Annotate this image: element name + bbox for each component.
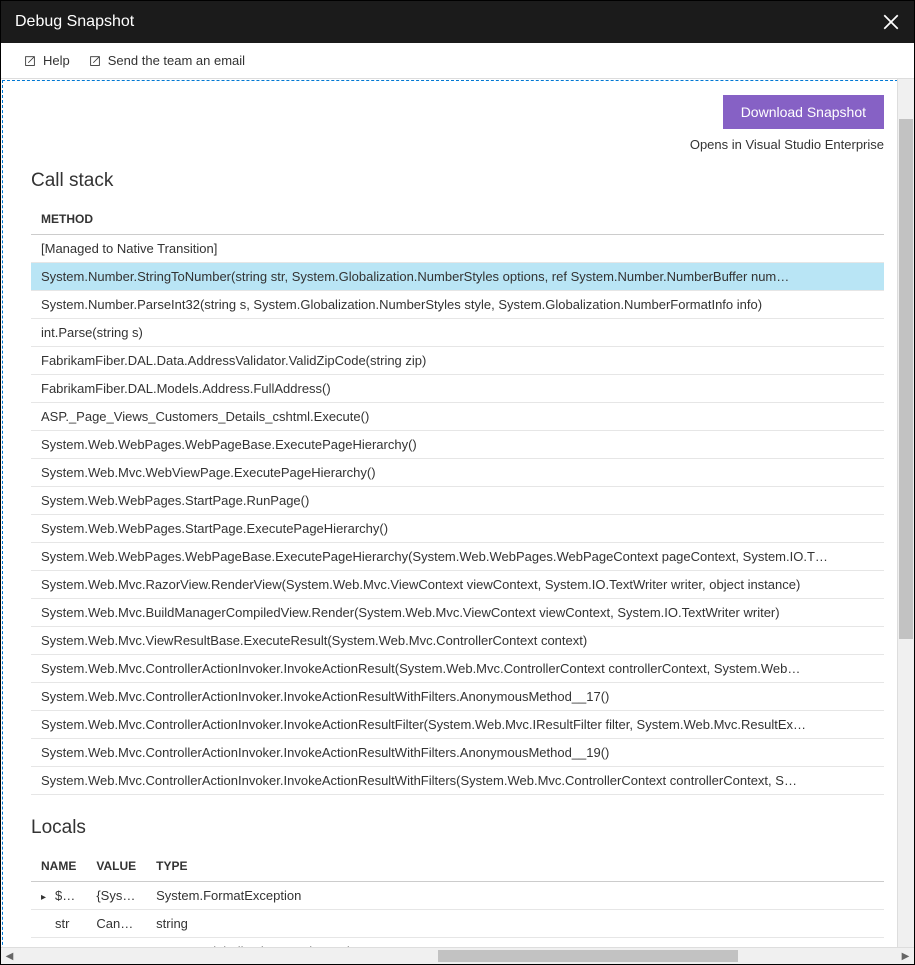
- window-title: Debug Snapshot: [15, 13, 882, 31]
- callstack-row[interactable]: System.Web.Mvc.ControllerActionInvoker.I…: [31, 655, 884, 683]
- callstack-row[interactable]: System.Web.Mvc.ControllerActionInvoker.I…: [31, 767, 884, 795]
- close-button[interactable]: [882, 13, 900, 31]
- callstack-row[interactable]: System.Web.WebPages.WebPageBase.ExecuteP…: [31, 431, 884, 459]
- callstack-method-cell: System.Web.WebPages.StartPage.ExecutePag…: [31, 515, 884, 543]
- callstack-header-method[interactable]: METHOD: [31, 204, 884, 235]
- locals-header-value[interactable]: VALUE: [86, 851, 146, 882]
- callstack-row[interactable]: System.Web.Mvc.WebViewPage.ExecutePageHi…: [31, 459, 884, 487]
- locals-type-cell: System.FormatException: [146, 882, 884, 910]
- callstack-method-cell: System.Web.Mvc.ViewResultBase.ExecuteRes…: [31, 627, 884, 655]
- callstack-row[interactable]: ASP._Page_Views_Customers_Details_cshtml…: [31, 403, 884, 431]
- callstack-row[interactable]: System.Web.Mvc.ControllerActionInvoker.I…: [31, 683, 884, 711]
- horizontal-scrollbar[interactable]: ◀ ▶: [1, 947, 914, 964]
- locals-row[interactable]: strCannot obtain value of the local vari…: [31, 910, 884, 938]
- callstack-method-cell: FabrikamFiber.DAL.Data.AddressValidator.…: [31, 347, 884, 375]
- vertical-scrollbar-thumb[interactable]: [899, 119, 913, 639]
- callstack-method-cell: System.Web.WebPages.StartPage.RunPage(): [31, 487, 884, 515]
- vertical-scrollbar[interactable]: [897, 79, 914, 947]
- locals-title: Locals: [31, 817, 884, 839]
- callstack-method-cell: System.Web.Mvc.ControllerActionInvoker.I…: [31, 739, 884, 767]
- scroll-left-arrow[interactable]: ◀: [1, 948, 18, 965]
- callstack-method-cell: System.Web.Mvc.BuildManagerCompiledView.…: [31, 599, 884, 627]
- callstack-row[interactable]: FabrikamFiber.DAL.Data.AddressValidator.…: [31, 347, 884, 375]
- top-actions: Download Snapshot Opens in Visual Studio…: [31, 95, 884, 152]
- callstack-row[interactable]: System.Web.Mvc.ControllerActionInvoker.I…: [31, 711, 884, 739]
- content-area: Download Snapshot Opens in Visual Studio…: [1, 79, 914, 964]
- callstack-row[interactable]: System.Web.Mvc.RazorView.RenderView(Syst…: [31, 571, 884, 599]
- callstack-row[interactable]: System.Web.WebPages.StartPage.RunPage(): [31, 487, 884, 515]
- callstack-title: Call stack: [31, 170, 884, 192]
- callstack-row[interactable]: System.Number.ParseInt32(string s, Syste…: [31, 291, 884, 319]
- callstack-method-cell: System.Web.Mvc.ControllerActionInvoker.I…: [31, 767, 884, 795]
- locals-name-cell: str: [31, 910, 86, 938]
- callstack-row[interactable]: System.Number.StringToNumber(string str,…: [31, 263, 884, 291]
- scroll-right-arrow[interactable]: ▶: [897, 948, 914, 965]
- external-link-icon: [23, 54, 37, 68]
- email-label: Send the team an email: [108, 53, 245, 68]
- callstack-method-cell: System.Web.Mvc.WebViewPage.ExecutePageHi…: [31, 459, 884, 487]
- help-label: Help: [43, 53, 70, 68]
- callstack-method-cell: System.Number.StringToNumber(string str,…: [31, 263, 884, 291]
- callstack-row[interactable]: System.Web.WebPages.WebPageBase.ExecuteP…: [31, 543, 884, 571]
- locals-value-cell: {System.FormatException: Input string wa…: [86, 882, 146, 910]
- callstack-row[interactable]: System.Web.Mvc.ViewResultBase.ExecuteRes…: [31, 627, 884, 655]
- callstack-method-cell: System.Web.WebPages.WebPageBase.ExecuteP…: [31, 431, 884, 459]
- callstack-table: METHOD [Managed to Native Transition]Sys…: [31, 204, 884, 795]
- locals-value-cell: Cannot obtain value of the local variabl…: [86, 910, 146, 938]
- locals-row[interactable]: ▸$exception{System.FormatException: Inpu…: [31, 882, 884, 910]
- callstack-row[interactable]: int.Parse(string s): [31, 319, 884, 347]
- locals-header-type[interactable]: TYPE: [146, 851, 884, 882]
- selection-frame: Download Snapshot Opens in Visual Studio…: [2, 80, 913, 964]
- callstack-method-cell: System.Web.Mvc.RazorView.RenderView(Syst…: [31, 571, 884, 599]
- locals-name-cell: ▸$exception: [31, 882, 86, 910]
- download-snapshot-button[interactable]: Download Snapshot: [723, 95, 884, 129]
- locals-header-name[interactable]: NAME: [31, 851, 86, 882]
- horizontal-scrollbar-thumb[interactable]: [438, 950, 738, 962]
- callstack-method-cell: System.Web.Mvc.ControllerActionInvoker.I…: [31, 683, 884, 711]
- expand-icon[interactable]: ▸: [41, 892, 51, 903]
- email-link[interactable]: Send the team an email: [88, 53, 245, 68]
- callstack-method-cell: int.Parse(string s): [31, 319, 884, 347]
- toolbar: Help Send the team an email: [1, 43, 914, 79]
- callstack-row[interactable]: System.Web.Mvc.BuildManagerCompiledView.…: [31, 599, 884, 627]
- callstack-method-cell: System.Web.Mvc.ControllerActionInvoker.I…: [31, 655, 884, 683]
- external-link-icon: [88, 54, 102, 68]
- callstack-method-cell: [Managed to Native Transition]: [31, 235, 884, 263]
- callstack-method-cell: System.Web.Mvc.ControllerActionInvoker.I…: [31, 711, 884, 739]
- callstack-method-cell: System.Number.ParseInt32(string s, Syste…: [31, 291, 884, 319]
- horizontal-scrollbar-track[interactable]: [18, 948, 897, 964]
- opens-in-label: Opens in Visual Studio Enterprise: [690, 137, 884, 152]
- help-link[interactable]: Help: [23, 53, 70, 68]
- callstack-method-cell: ASP._Page_Views_Customers_Details_cshtml…: [31, 403, 884, 431]
- titlebar: Debug Snapshot: [1, 1, 914, 43]
- debug-snapshot-window: Debug Snapshot Help Send the team an ema…: [0, 0, 915, 965]
- callstack-method-cell: FabrikamFiber.DAL.Models.Address.FullAdd…: [31, 375, 884, 403]
- close-icon: [882, 13, 900, 31]
- callstack-row[interactable]: System.Web.WebPages.StartPage.ExecutePag…: [31, 515, 884, 543]
- callstack-row[interactable]: FabrikamFiber.DAL.Models.Address.FullAdd…: [31, 375, 884, 403]
- callstack-row[interactable]: System.Web.Mvc.ControllerActionInvoker.I…: [31, 739, 884, 767]
- locals-type-cell: string: [146, 910, 884, 938]
- callstack-method-cell: System.Web.WebPages.WebPageBase.ExecuteP…: [31, 543, 884, 571]
- callstack-row[interactable]: [Managed to Native Transition]: [31, 235, 884, 263]
